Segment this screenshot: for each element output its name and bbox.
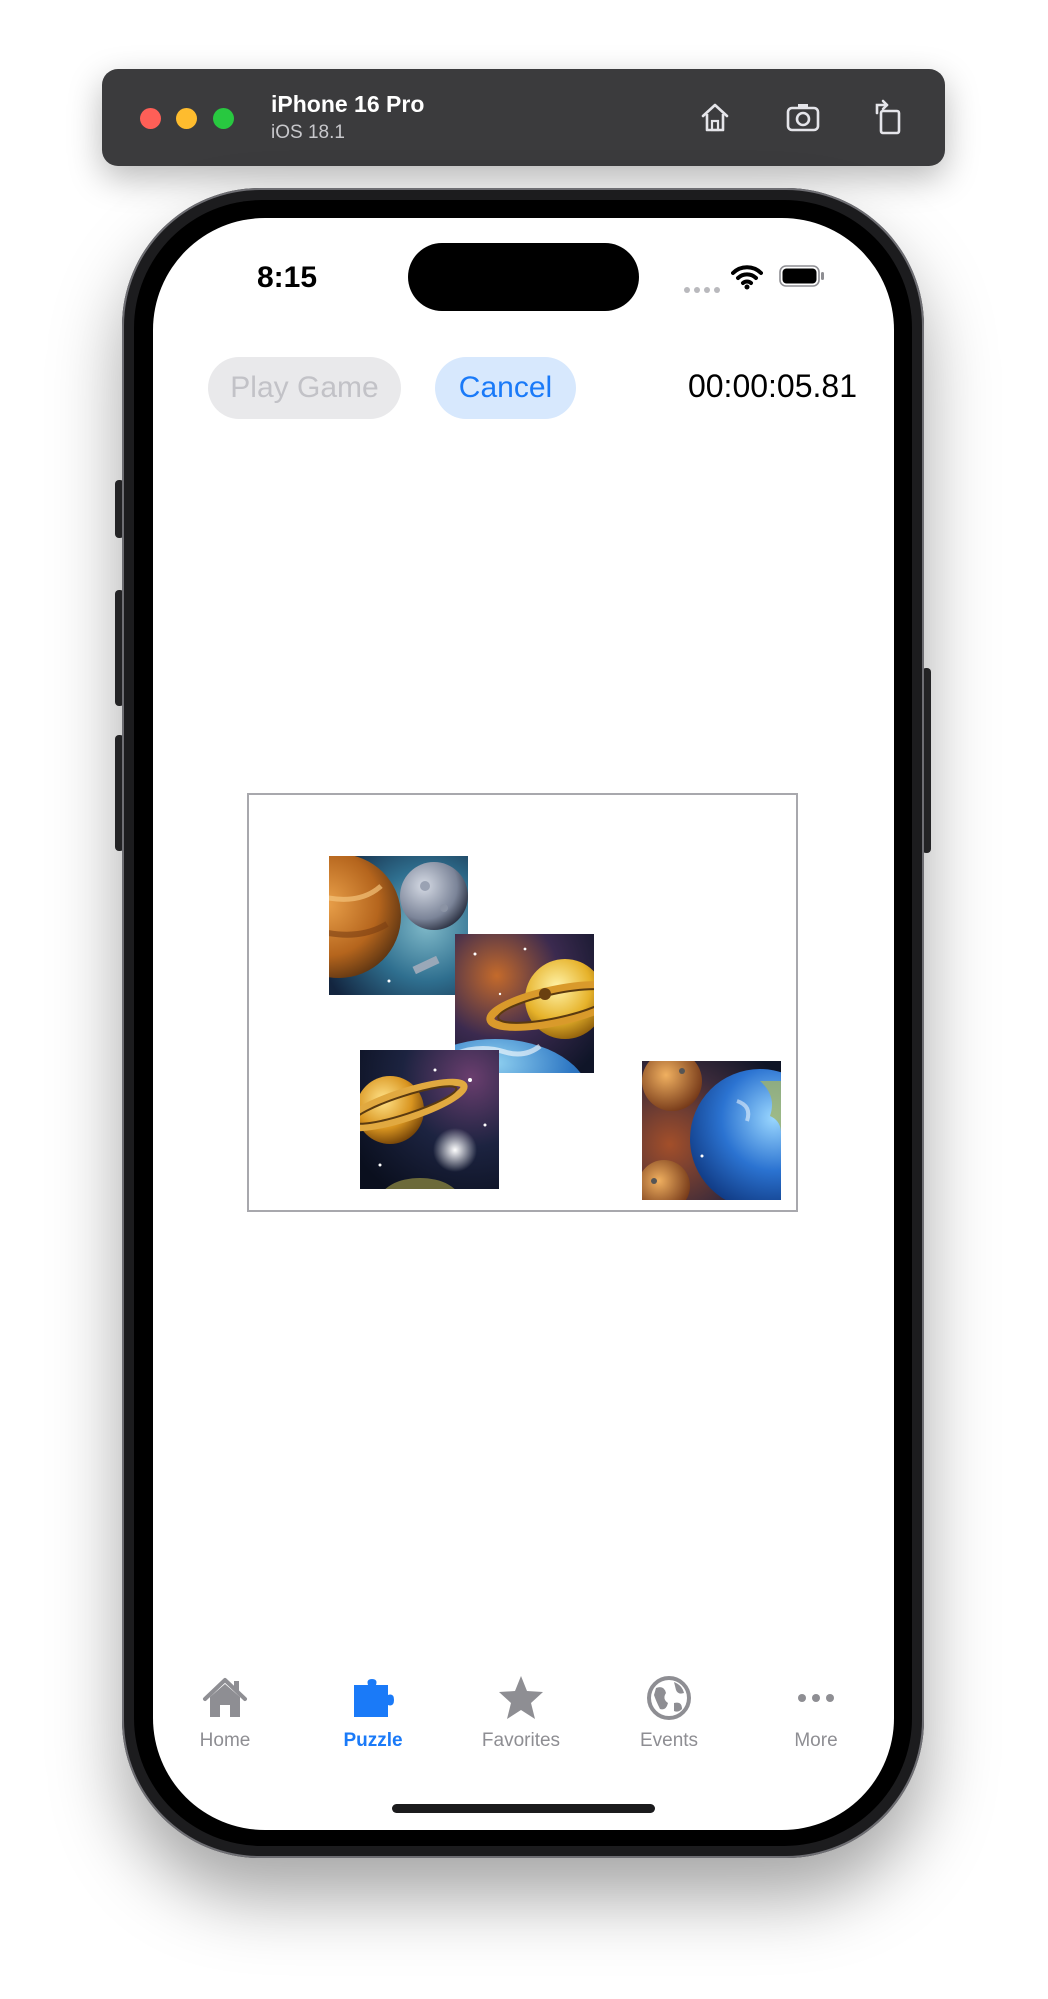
rotate-button[interactable] [867, 95, 913, 141]
puzzle-piece[interactable] [360, 1050, 499, 1189]
wifi-icon [731, 265, 763, 290]
tab-favorites[interactable]: Favorites [461, 1673, 581, 1773]
house-icon [203, 1678, 247, 1717]
tab-puzzle[interactable]: Puzzle [313, 1673, 433, 1773]
battery-icon [779, 265, 824, 287]
home-button[interactable] [692, 95, 738, 141]
home-indicator[interactable] [392, 1804, 655, 1813]
tab-label: Puzzle [343, 1730, 403, 1751]
screenshot-button[interactable] [780, 95, 826, 141]
tab-bar: Home Puzzle Favorites Events More [153, 1673, 894, 1783]
tab-label: Home [199, 1730, 251, 1751]
tab-more[interactable]: More [756, 1673, 876, 1773]
status-time: 8:15 [257, 261, 318, 294]
rotate-icon [875, 99, 901, 135]
close-window-button[interactable] [140, 108, 161, 129]
os-version: iOS 18.1 [271, 122, 345, 143]
puzzle-piece[interactable] [642, 1061, 781, 1200]
ellipsis-icon [798, 1694, 834, 1702]
zoom-window-button[interactable] [213, 108, 234, 129]
tab-label: Favorites [481, 1730, 561, 1751]
tab-events[interactable]: Events [609, 1673, 729, 1773]
puzzle-board [247, 793, 798, 1212]
play-game-button[interactable]: Play Game [208, 357, 401, 419]
tab-label: More [794, 1730, 838, 1751]
cancel-button[interactable]: Cancel [435, 357, 576, 419]
cellular-signal-icon [684, 280, 724, 298]
home-icon [701, 103, 729, 132]
phone-screen: 8:15 Play Game Cancel 00:00:05.81 Home P… [153, 218, 894, 1830]
simulator-toolbar: iPhone 16 Pro iOS 18.1 [102, 69, 945, 166]
puzzle-piece[interactable] [329, 856, 468, 995]
tab-home[interactable]: Home [165, 1673, 285, 1773]
device-name: iPhone 16 Pro [271, 91, 425, 117]
globe-icon [647, 1676, 691, 1720]
puzzle-piece-icon [354, 1679, 394, 1717]
screenshot-icon [786, 104, 820, 132]
star-icon [499, 1676, 543, 1719]
elapsed-timer: 00:00:05.81 [687, 368, 857, 404]
minimize-window-button[interactable] [176, 108, 197, 129]
dynamic-island [408, 243, 639, 311]
tab-label: Events [639, 1730, 699, 1751]
